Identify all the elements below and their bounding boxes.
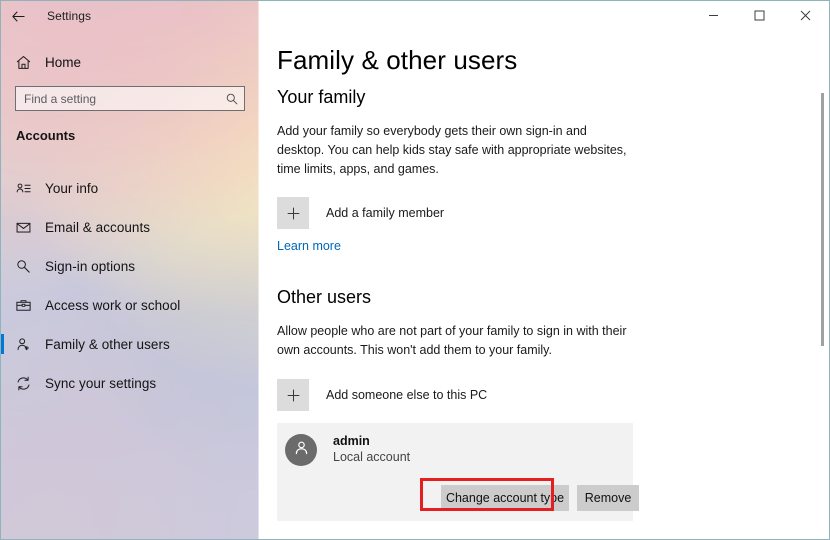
sidebar-item-sign-in-options[interactable]: Sign-in options [1, 247, 259, 286]
maximize-icon [754, 8, 765, 26]
sidebar: Settings Home Find a setting Accounts Yo… [1, 1, 259, 539]
back-button[interactable] [1, 1, 35, 31]
account-identity: admin Local account [285, 433, 410, 466]
remove-account-button[interactable]: Remove [577, 485, 639, 511]
briefcase-icon [1, 297, 45, 314]
back-arrow-icon [11, 9, 26, 24]
close-icon [800, 8, 811, 26]
minimize-button[interactable] [690, 2, 736, 32]
maximize-button[interactable] [736, 2, 782, 32]
your-family-heading: Your family [277, 87, 366, 107]
sidebar-item-access-work-or-school[interactable]: Access work or school [1, 286, 259, 325]
scrollbar-thumb[interactable] [821, 93, 824, 346]
add-someone-else-button[interactable]: Add someone else to this PC [277, 379, 487, 411]
main-content: Family & other users Your family Add you… [259, 1, 829, 539]
search-box[interactable] [15, 86, 245, 111]
sidebar-item-sign-in-options-label: Sign-in options [45, 259, 136, 274]
envelope-icon [1, 219, 45, 236]
minimize-icon [708, 8, 719, 26]
title-bar: Settings [1, 1, 259, 31]
account-name: admin [333, 434, 370, 448]
sidebar-item-family-other-users-label: Family & other users [45, 337, 170, 352]
add-family-member-label: Add a family member [326, 206, 445, 220]
person-icon [292, 438, 311, 462]
sidebar-item-home-label: Home [45, 54, 82, 70]
contact-card-icon [1, 180, 45, 197]
change-account-type-button[interactable]: Change account type [441, 485, 569, 511]
sidebar-item-access-work-or-school-label: Access work or school [45, 298, 181, 313]
add-family-member-button[interactable]: Add a family member [277, 197, 444, 229]
search-input[interactable] [16, 87, 220, 110]
search-icon[interactable] [220, 87, 244, 110]
sidebar-item-email-accounts[interactable]: Email & accounts [1, 208, 259, 247]
sidebar-item-family-other-users[interactable]: Family & other users [1, 325, 259, 364]
sidebar-item-home[interactable]: Home [1, 48, 259, 76]
sidebar-item-sync-your-settings[interactable]: Sync your settings [1, 364, 259, 403]
settings-window: Settings Home Find a setting Accounts Yo… [0, 0, 830, 540]
other-users-description: Allow people who are not part of your fa… [277, 324, 627, 357]
add-someone-else-label: Add someone else to this PC [326, 388, 488, 402]
sidebar-item-email-accounts-label: Email & accounts [45, 220, 151, 235]
other-users-heading: Other users [277, 287, 372, 307]
account-card[interactable]: admin Local account Change account type … [277, 423, 639, 521]
sync-icon [1, 375, 45, 392]
plus-icon [277, 197, 309, 229]
home-icon [1, 54, 45, 71]
sidebar-item-your-info[interactable]: Your info [1, 169, 259, 208]
sidebar-item-your-info-label: Your info [45, 181, 99, 196]
plus-icon [277, 379, 309, 411]
sidebar-section-title: Accounts [16, 128, 76, 143]
window-controls [690, 2, 828, 32]
learn-more-link[interactable]: Learn more [277, 239, 341, 253]
your-family-description: Add your family so everybody gets their … [277, 124, 627, 176]
scrollbar[interactable] [820, 31, 826, 537]
sidebar-nav-list: Your info Email & accounts Sign-in optio… [1, 169, 259, 403]
app-title: Settings [47, 9, 92, 23]
key-icon [1, 258, 45, 275]
page-title: Family & other users [277, 45, 518, 75]
account-type: Local account [333, 450, 411, 464]
avatar [285, 433, 317, 466]
close-button[interactable] [782, 2, 828, 32]
person-add-icon [1, 336, 45, 353]
sidebar-item-sync-your-settings-label: Sync your settings [45, 376, 157, 391]
